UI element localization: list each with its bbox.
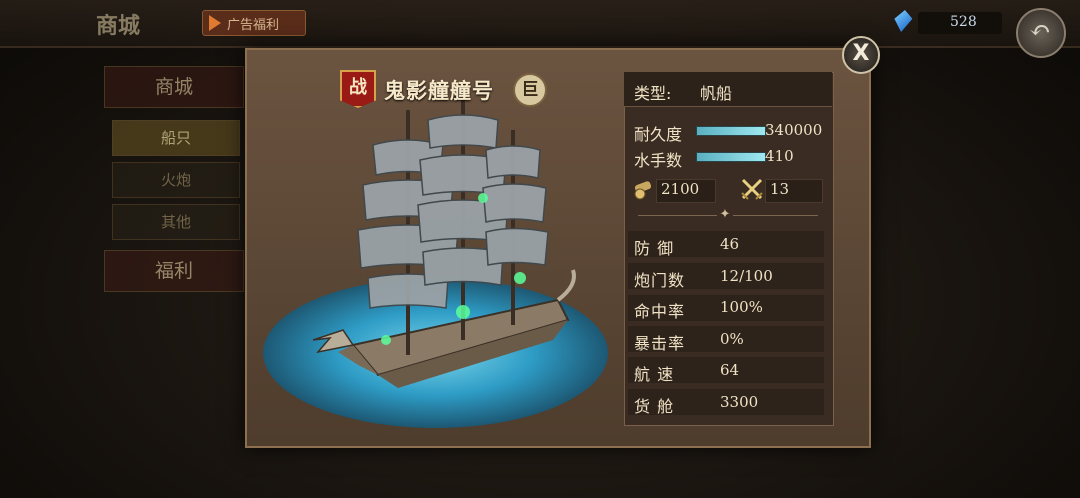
- type-label: 类型:: [634, 84, 672, 103]
- stat-label-defense: 防 御: [634, 239, 675, 258]
- ad-reward-label: 广告福利: [227, 18, 280, 33]
- side-sub-ships[interactable]: 船只: [112, 120, 240, 156]
- crossed-swords-icon: [741, 178, 763, 200]
- close-button[interactable]: X: [842, 36, 880, 74]
- gem-value: 528: [950, 14, 977, 30]
- stat-value-defense: 46: [720, 235, 740, 253]
- side-sub-other[interactable]: 其他: [112, 204, 240, 240]
- cannon-power-value: 2100: [661, 180, 700, 198]
- stat-value-gunports: 12/100: [720, 267, 773, 285]
- stat-value-speed: 64: [720, 361, 740, 379]
- play-icon: [209, 15, 221, 31]
- size-badge: 巨: [513, 73, 547, 107]
- side-tab-welfare[interactable]: 福利: [104, 250, 244, 292]
- crew-value: 410: [765, 147, 794, 165]
- crew-bar: [696, 152, 766, 162]
- back-button[interactable]: [1016, 8, 1066, 58]
- stat-label-cargo: 货 舱: [634, 397, 675, 416]
- stat-label-crit: 暴击率: [634, 334, 686, 353]
- durability-bar: [696, 126, 766, 136]
- ghost-ship-image: [312, 95, 576, 388]
- durability-label: 耐久度: [634, 125, 683, 144]
- stat-value-accuracy: 100%: [720, 298, 763, 316]
- durability-value: 340000: [765, 121, 823, 139]
- crew-label: 水手数: [634, 151, 683, 170]
- ship-name: 鬼影艟艟号: [384, 78, 494, 103]
- attack-value: 13: [770, 180, 790, 198]
- stat-label-speed: 航 速: [634, 365, 675, 384]
- stat-label-gunports: 炮门数: [634, 271, 686, 290]
- ad-reward-button[interactable]: 广告福利: [202, 10, 306, 36]
- stat-value-cargo: 3300: [720, 393, 759, 411]
- ship-illustration: [258, 90, 618, 440]
- side-tab-shop[interactable]: 商城: [104, 66, 244, 108]
- stat-label-accuracy: 命中率: [634, 302, 686, 321]
- side-sub-cannons[interactable]: 火炮: [112, 162, 240, 198]
- divider-ornament-icon: ✦: [717, 207, 733, 223]
- type-value: 帆船: [700, 84, 733, 103]
- war-badge: 战: [340, 70, 376, 108]
- cannon-icon: [634, 181, 652, 200]
- stat-value-crit: 0%: [720, 330, 744, 348]
- page-title: 商城: [96, 13, 141, 39]
